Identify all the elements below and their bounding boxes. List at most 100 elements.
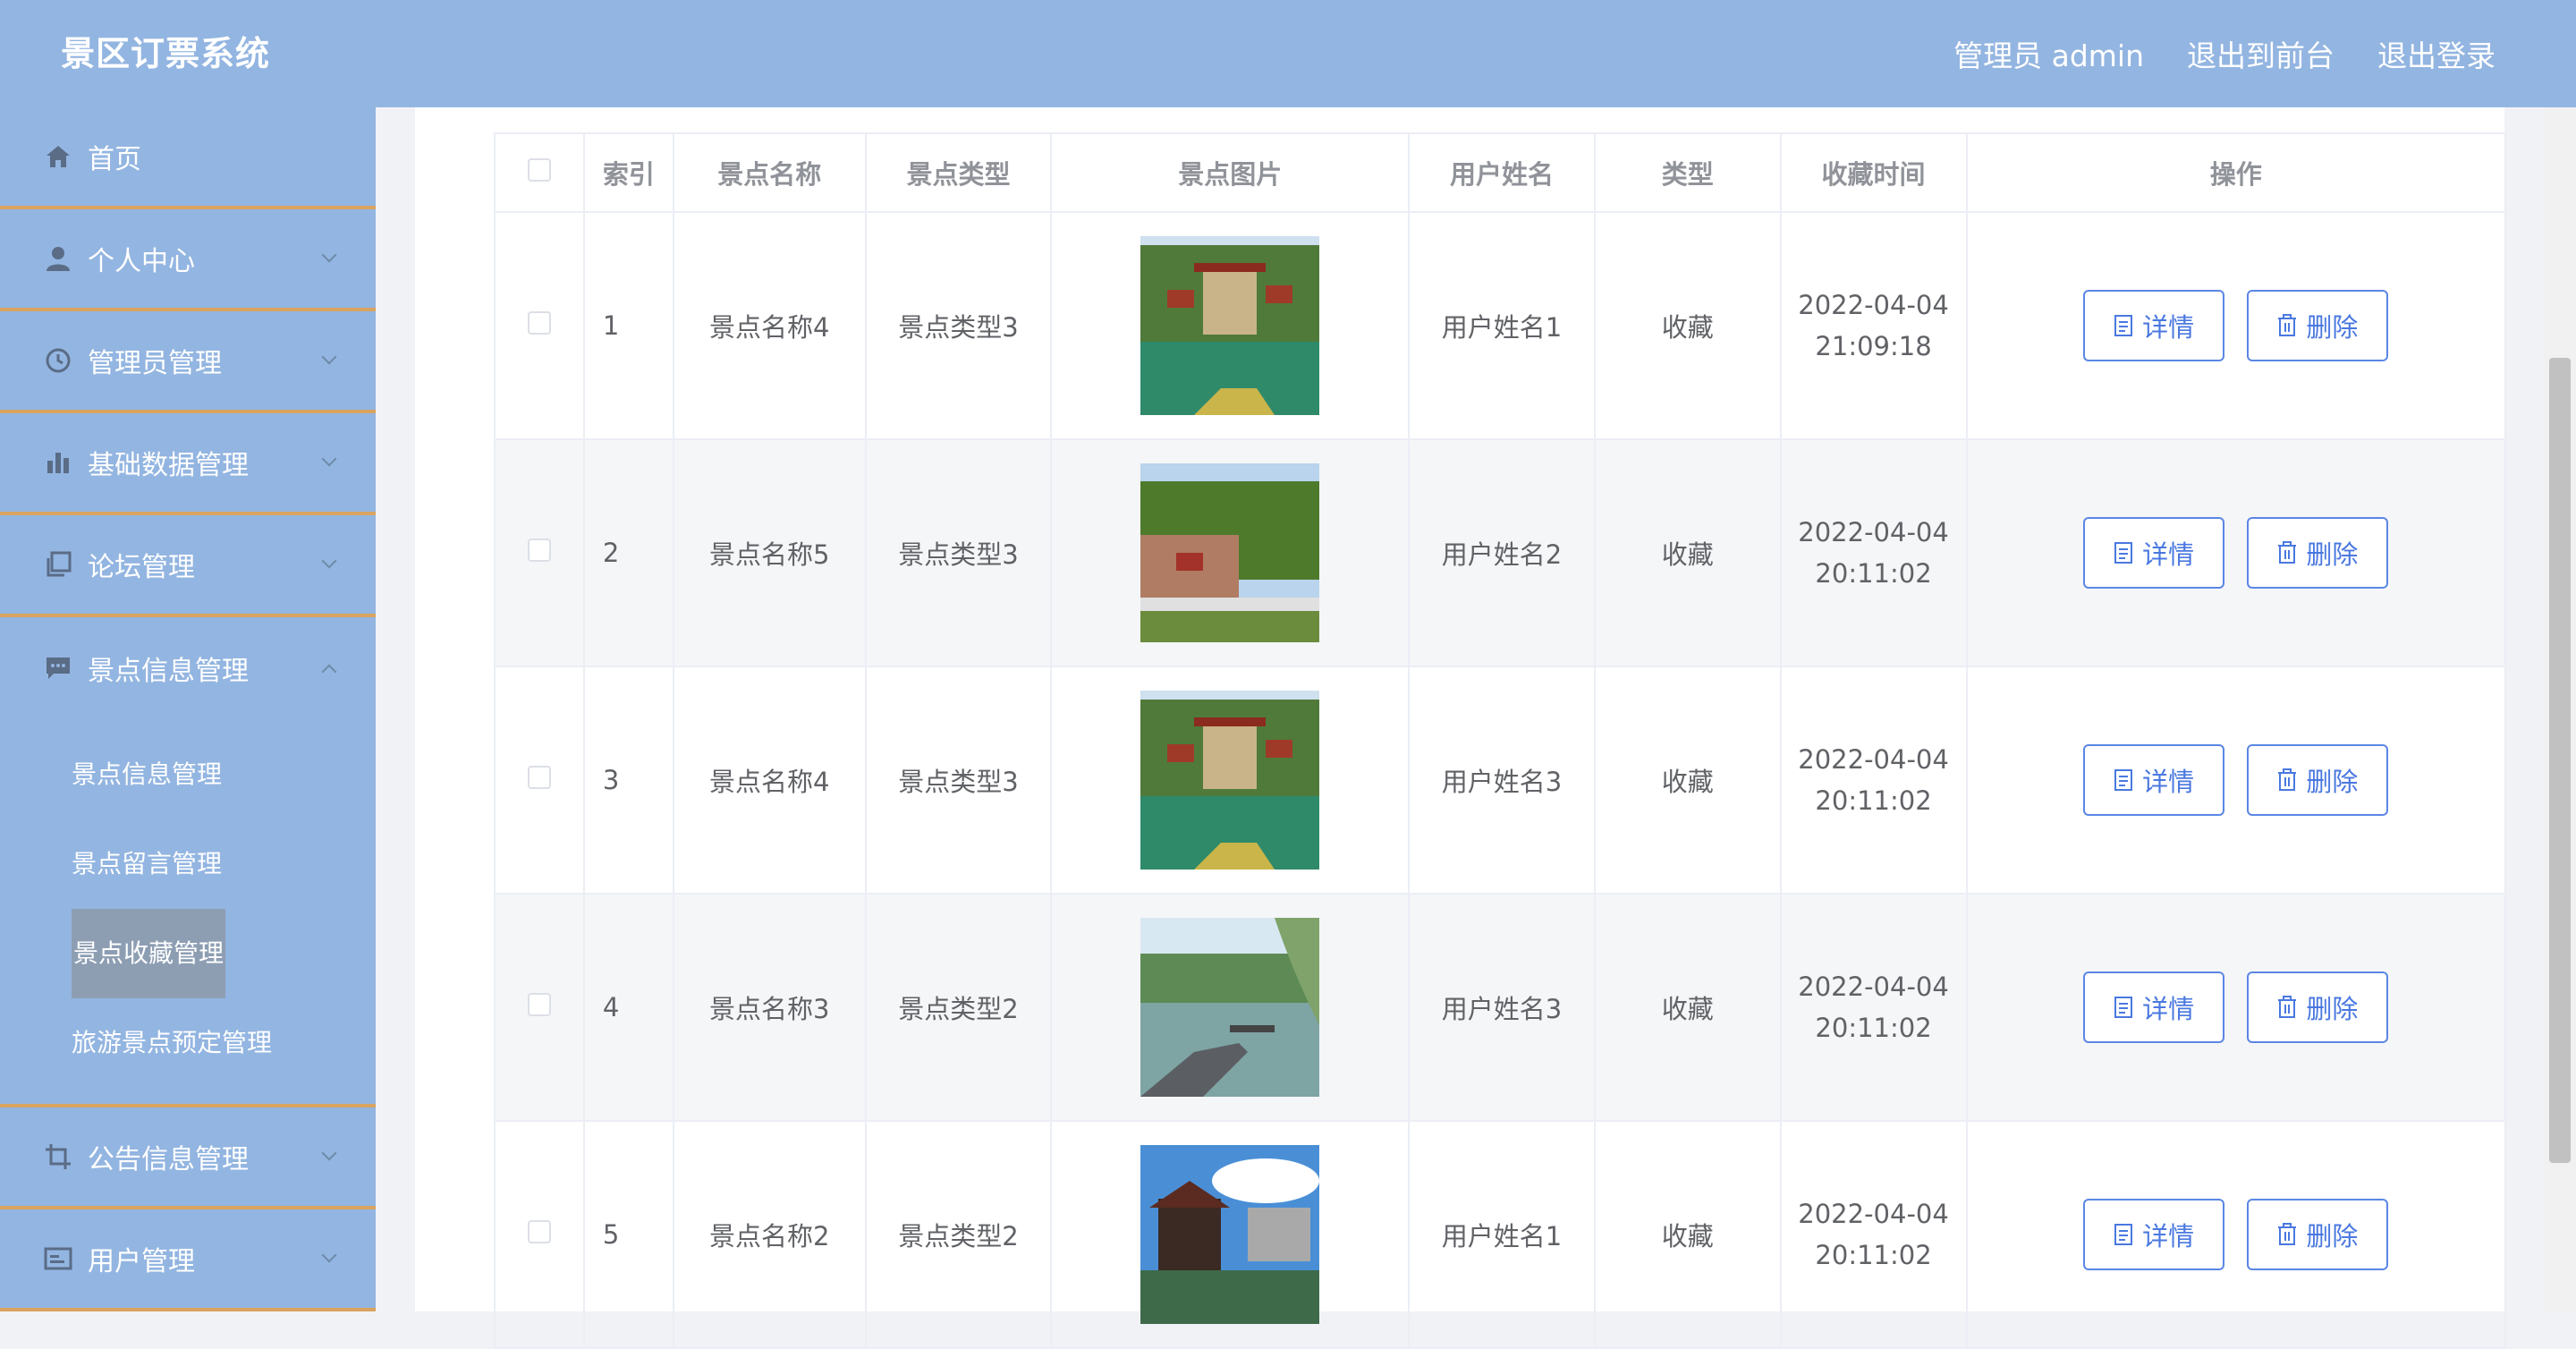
cell-name: 景点名称4 <box>672 211 867 440</box>
row-select-cell[interactable] <box>494 1120 585 1349</box>
row-select-cell[interactable] <box>494 666 585 895</box>
time-clock: 20:11:02 <box>1815 558 1932 589</box>
table-row: 1 景点名称4 景点类型3 用户姓名1 收藏 2022-04-04 21:09:… <box>494 211 2506 440</box>
cell-type: 景点类型2 <box>864 893 1053 1122</box>
card-icon <box>43 1243 73 1274</box>
cell-index: 2 <box>582 438 674 667</box>
detail-label: 详情 <box>2142 1221 2195 1251</box>
scenic-thumbnail <box>1140 236 1320 415</box>
row-select-cell[interactable] <box>494 893 585 1122</box>
delete-button[interactable]: 删除 <box>2247 290 2389 361</box>
scrollbar[interactable] <box>2544 107 2576 1311</box>
header-actions: 管理员 admin 退出到前台 退出登录 <box>1953 0 2496 107</box>
table-row: 2 景点名称5 景点类型3 用户姓名2 收藏 2022-04-04 20:11:… <box>494 438 2506 667</box>
trash-icon <box>2277 541 2297 564</box>
app-title: 景区订票系统 <box>61 34 271 73</box>
delete-button[interactable]: 删除 <box>2247 1199 2389 1270</box>
submenu-item-scenic-favorites[interactable]: 景点收藏管理 <box>0 909 376 998</box>
cell-kind: 收藏 <box>1593 666 1782 895</box>
detail-button[interactable]: 详情 <box>2083 517 2225 589</box>
table-row: 5 景点名称2 景点类型2 用户姓名1 收藏 2022-04-04 20:11:… <box>494 1120 2506 1349</box>
select-all-cell[interactable] <box>494 132 585 213</box>
time-clock: 20:11:02 <box>1815 785 1932 816</box>
cell-username: 用户姓名2 <box>1408 438 1596 667</box>
sidebar-item-label: 个人中心 <box>88 246 195 277</box>
cell-type: 景点类型3 <box>864 438 1053 667</box>
select-all-checkbox[interactable] <box>527 158 551 182</box>
row-checkbox[interactable] <box>527 993 551 1016</box>
detail-button[interactable]: 详情 <box>2083 1199 2225 1270</box>
time-date: 2022-04-04 <box>1798 517 1949 547</box>
time-date: 2022-04-04 <box>1798 971 1949 1002</box>
row-checkbox[interactable] <box>527 539 551 562</box>
delete-button[interactable]: 删除 <box>2247 517 2389 589</box>
row-checkbox[interactable] <box>527 1220 551 1243</box>
submenu-item-label: 景点留言管理 <box>72 849 223 878</box>
trash-icon <box>2277 314 2297 337</box>
submenu-item-scenic-booking[interactable]: 旅游景点预定管理 <box>0 998 376 1088</box>
detail-label: 详情 <box>2142 994 2195 1024</box>
sidebar-item-label: 论坛管理 <box>88 552 195 583</box>
row-select-cell[interactable] <box>494 211 585 440</box>
sidebar-item-admin[interactable]: 管理员管理 <box>0 311 376 413</box>
row-checkbox[interactable] <box>527 766 551 789</box>
cell-kind: 收藏 <box>1593 438 1782 667</box>
cell-ops: 详情 删除 <box>1965 438 2506 667</box>
current-user: 管理员 admin <box>1953 38 2144 73</box>
trash-icon <box>2277 1223 2297 1246</box>
sidebar-item-notice[interactable]: 公告信息管理 <box>0 1107 376 1209</box>
cell-type: 景点类型3 <box>864 211 1053 440</box>
document-icon <box>2114 768 2133 792</box>
document-icon <box>2114 996 2133 1019</box>
sidebar-item-profile[interactable]: 个人中心 <box>0 209 376 311</box>
sidebar-item-home[interactable]: 首页 <box>0 107 376 209</box>
table-header-row: 索引 景点名称 景点类型 景点图片 用户姓名 类型 收藏时间 操作 <box>494 132 2506 213</box>
chevron-down-icon <box>321 1247 337 1263</box>
logout-link[interactable]: 退出登录 <box>2377 32 2496 75</box>
time-date: 2022-04-04 <box>1798 1199 1949 1229</box>
sidebar-item-label: 用户管理 <box>88 1246 195 1277</box>
delete-label: 删除 <box>2306 767 2359 797</box>
sidebar-item-forum[interactable]: 论坛管理 <box>0 515 376 617</box>
exit-to-front-link[interactable]: 退出到前台 <box>2187 32 2334 75</box>
crop-icon <box>43 1141 73 1172</box>
chevron-down-icon <box>321 553 337 569</box>
chevron-up-icon <box>321 664 337 680</box>
cell-time: 2022-04-04 20:11:02 <box>1779 666 1968 895</box>
delete-button[interactable]: 删除 <box>2247 744 2389 816</box>
row-checkbox[interactable] <box>527 311 551 335</box>
cell-index: 1 <box>582 211 674 440</box>
detail-button[interactable]: 详情 <box>2083 290 2225 361</box>
scrollbar-thumb[interactable] <box>2549 358 2571 1163</box>
delete-label: 删除 <box>2306 1221 2359 1251</box>
cell-time: 2022-04-04 20:11:02 <box>1779 1120 1968 1349</box>
sidebar-item-scenic-info[interactable]: 景点信息管理 <box>0 617 376 719</box>
table-row: 3 景点名称4 景点类型3 用户姓名3 收藏 2022-04-04 20:11:… <box>494 666 2506 895</box>
table-row: 4 景点名称3 景点类型2 用户姓名3 收藏 2022-04-04 20:11:… <box>494 893 2506 1122</box>
col-username: 用户姓名 <box>1408 132 1596 213</box>
time-date: 2022-04-04 <box>1798 744 1949 775</box>
cell-kind: 收藏 <box>1593 1120 1782 1349</box>
delete-label: 删除 <box>2306 312 2359 343</box>
submenu-item-scenic-info[interactable]: 景点信息管理 <box>0 730 376 819</box>
scenic-thumbnail <box>1140 463 1320 642</box>
cell-username: 用户姓名3 <box>1408 666 1596 895</box>
scenic-thumbnail <box>1140 918 1320 1097</box>
detail-button[interactable]: 详情 <box>2083 971 2225 1043</box>
document-icon <box>2114 314 2133 337</box>
cell-ops: 详情 删除 <box>1965 211 2506 440</box>
main-content: 索引 景点名称 景点类型 景点图片 用户姓名 类型 收藏时间 操作 1 景点名称… <box>376 107 2558 1349</box>
sidebar-item-label: 首页 <box>88 144 141 175</box>
cell-type: 景点类型3 <box>864 666 1053 895</box>
clock-icon <box>43 345 73 376</box>
sidebar-item-users[interactable]: 用户管理 <box>0 1209 376 1311</box>
submenu-item-scenic-messages[interactable]: 景点留言管理 <box>0 819 376 909</box>
top-bar: 景区订票系统 管理员 admin 退出到前台 退出登录 <box>0 0 2576 107</box>
cell-image <box>1050 211 1411 440</box>
row-select-cell[interactable] <box>494 438 585 667</box>
detail-button[interactable]: 详情 <box>2083 744 2225 816</box>
sidebar-item-basic-data[interactable]: 基础数据管理 <box>0 413 376 515</box>
col-kind: 类型 <box>1593 132 1782 213</box>
delete-button[interactable]: 删除 <box>2247 971 2389 1043</box>
scenic-submenu: 景点信息管理 景点留言管理 景点收藏管理 旅游景点预定管理 <box>0 719 376 1107</box>
